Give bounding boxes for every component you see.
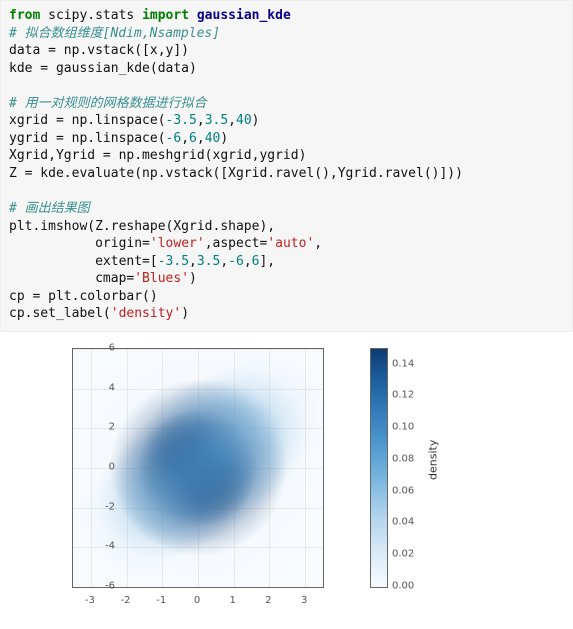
txt: ,aspect=: [205, 236, 268, 251]
comment: # 拟合数组维度[Ndim,Nsamples]: [9, 26, 220, 41]
num: -3.5: [158, 254, 189, 269]
txt: ],: [259, 254, 275, 269]
code-line: xgrid = np.linspace(: [9, 113, 166, 128]
code-line: data = np.vstack([x,y]): [9, 43, 189, 58]
num: 40: [236, 113, 252, 128]
y-tick-label: -2: [75, 500, 115, 514]
code-line: cmap=: [9, 271, 134, 286]
txt: ): [181, 306, 189, 321]
y-tick-label: 2: [75, 420, 115, 434]
colorbar-tick-label: 0.14: [392, 357, 414, 371]
num: -6: [166, 131, 182, 146]
txt: scipy.stats: [40, 8, 142, 23]
x-tick-label: -1: [156, 594, 166, 608]
colorbar-tick-label: 0.06: [392, 484, 414, 498]
colorbar-tick-label: 0.00: [392, 579, 414, 593]
code-line: ygrid = np.linspace(: [9, 131, 166, 146]
str: 'lower': [150, 236, 205, 251]
y-tick-label: -4: [75, 539, 115, 553]
colorbar-tick-label: 0.10: [392, 420, 414, 434]
code-line: plt.imshow(Z.reshape(Xgrid.shape),: [9, 219, 275, 234]
x-tick-label: -3: [85, 594, 95, 608]
x-tick-label: 3: [301, 594, 307, 608]
txt: ): [252, 113, 260, 128]
comment: # 画出结果图: [9, 201, 90, 216]
txt: ,: [244, 254, 252, 269]
y-tick-label: 4: [75, 381, 115, 395]
colorbar-tick-label: 0.04: [392, 516, 414, 530]
str: 'density': [111, 306, 181, 321]
txt: ,: [181, 131, 189, 146]
y-tick-label: -6: [75, 579, 115, 593]
num: -6: [228, 254, 244, 269]
kw-from: from: [9, 8, 40, 23]
colorbar-tick-label: 0.02: [392, 547, 414, 561]
colorbar: 0.00 0.02 0.04 0.06 0.08 0.10 0.12 0.14 density: [370, 340, 470, 620]
str: 'Blues': [134, 271, 189, 286]
kw-import: import: [142, 8, 189, 23]
x-tick-label: 0: [194, 594, 200, 608]
num: 3.5: [205, 113, 228, 128]
comment: # 用一对规则的网格数据进行拟合: [9, 96, 207, 111]
num: 6: [189, 131, 197, 146]
chart-output: -6-4-20246 -3-2-10123 0.000.020.040.060.…: [0, 332, 573, 620]
str: 'auto': [267, 236, 314, 251]
heatmap-plot: -6 -4 -2 0 2 4 6 -3 -2 -1 0 1 2 3: [40, 340, 340, 620]
txt: ,: [228, 113, 236, 128]
num: -3.5: [166, 113, 197, 128]
txt: ,: [197, 113, 205, 128]
code-line: cp.set_label(: [9, 306, 111, 321]
colorbar-tick-label: 0.08: [392, 452, 414, 466]
colorbar-gradient: [370, 348, 388, 588]
txt: ,: [189, 254, 197, 269]
y-tick-label: 0: [75, 460, 115, 474]
code-line: extent=[: [9, 254, 158, 269]
code-line: cp = plt.colorbar(): [9, 289, 158, 304]
txt: ,: [220, 254, 228, 269]
txt: ): [220, 131, 228, 146]
x-tick-label: 1: [230, 594, 236, 608]
code-block: from scipy.stats import gaussian_kde # 拟…: [0, 0, 573, 332]
num: 3.5: [197, 254, 220, 269]
txt: ,: [314, 236, 322, 251]
txt: ,: [197, 131, 205, 146]
mod-name: gaussian_kde: [189, 8, 291, 23]
code-line: Z = kde.evaluate(np.vstack([Xgrid.ravel(…: [9, 166, 463, 181]
code-line: kde = gaussian_kde(data): [9, 61, 197, 76]
code-line: origin=: [9, 236, 150, 251]
colorbar-label: density: [427, 440, 442, 480]
num: 40: [205, 131, 221, 146]
txt: ): [189, 271, 197, 286]
y-tick-label: 6: [75, 341, 115, 355]
x-tick-label: 2: [265, 594, 271, 608]
x-tick-label: -2: [121, 594, 131, 608]
colorbar-tick-label: 0.12: [392, 389, 414, 403]
code-line: Xgrid,Ygrid = np.meshgrid(xgrid,ygrid): [9, 148, 306, 163]
